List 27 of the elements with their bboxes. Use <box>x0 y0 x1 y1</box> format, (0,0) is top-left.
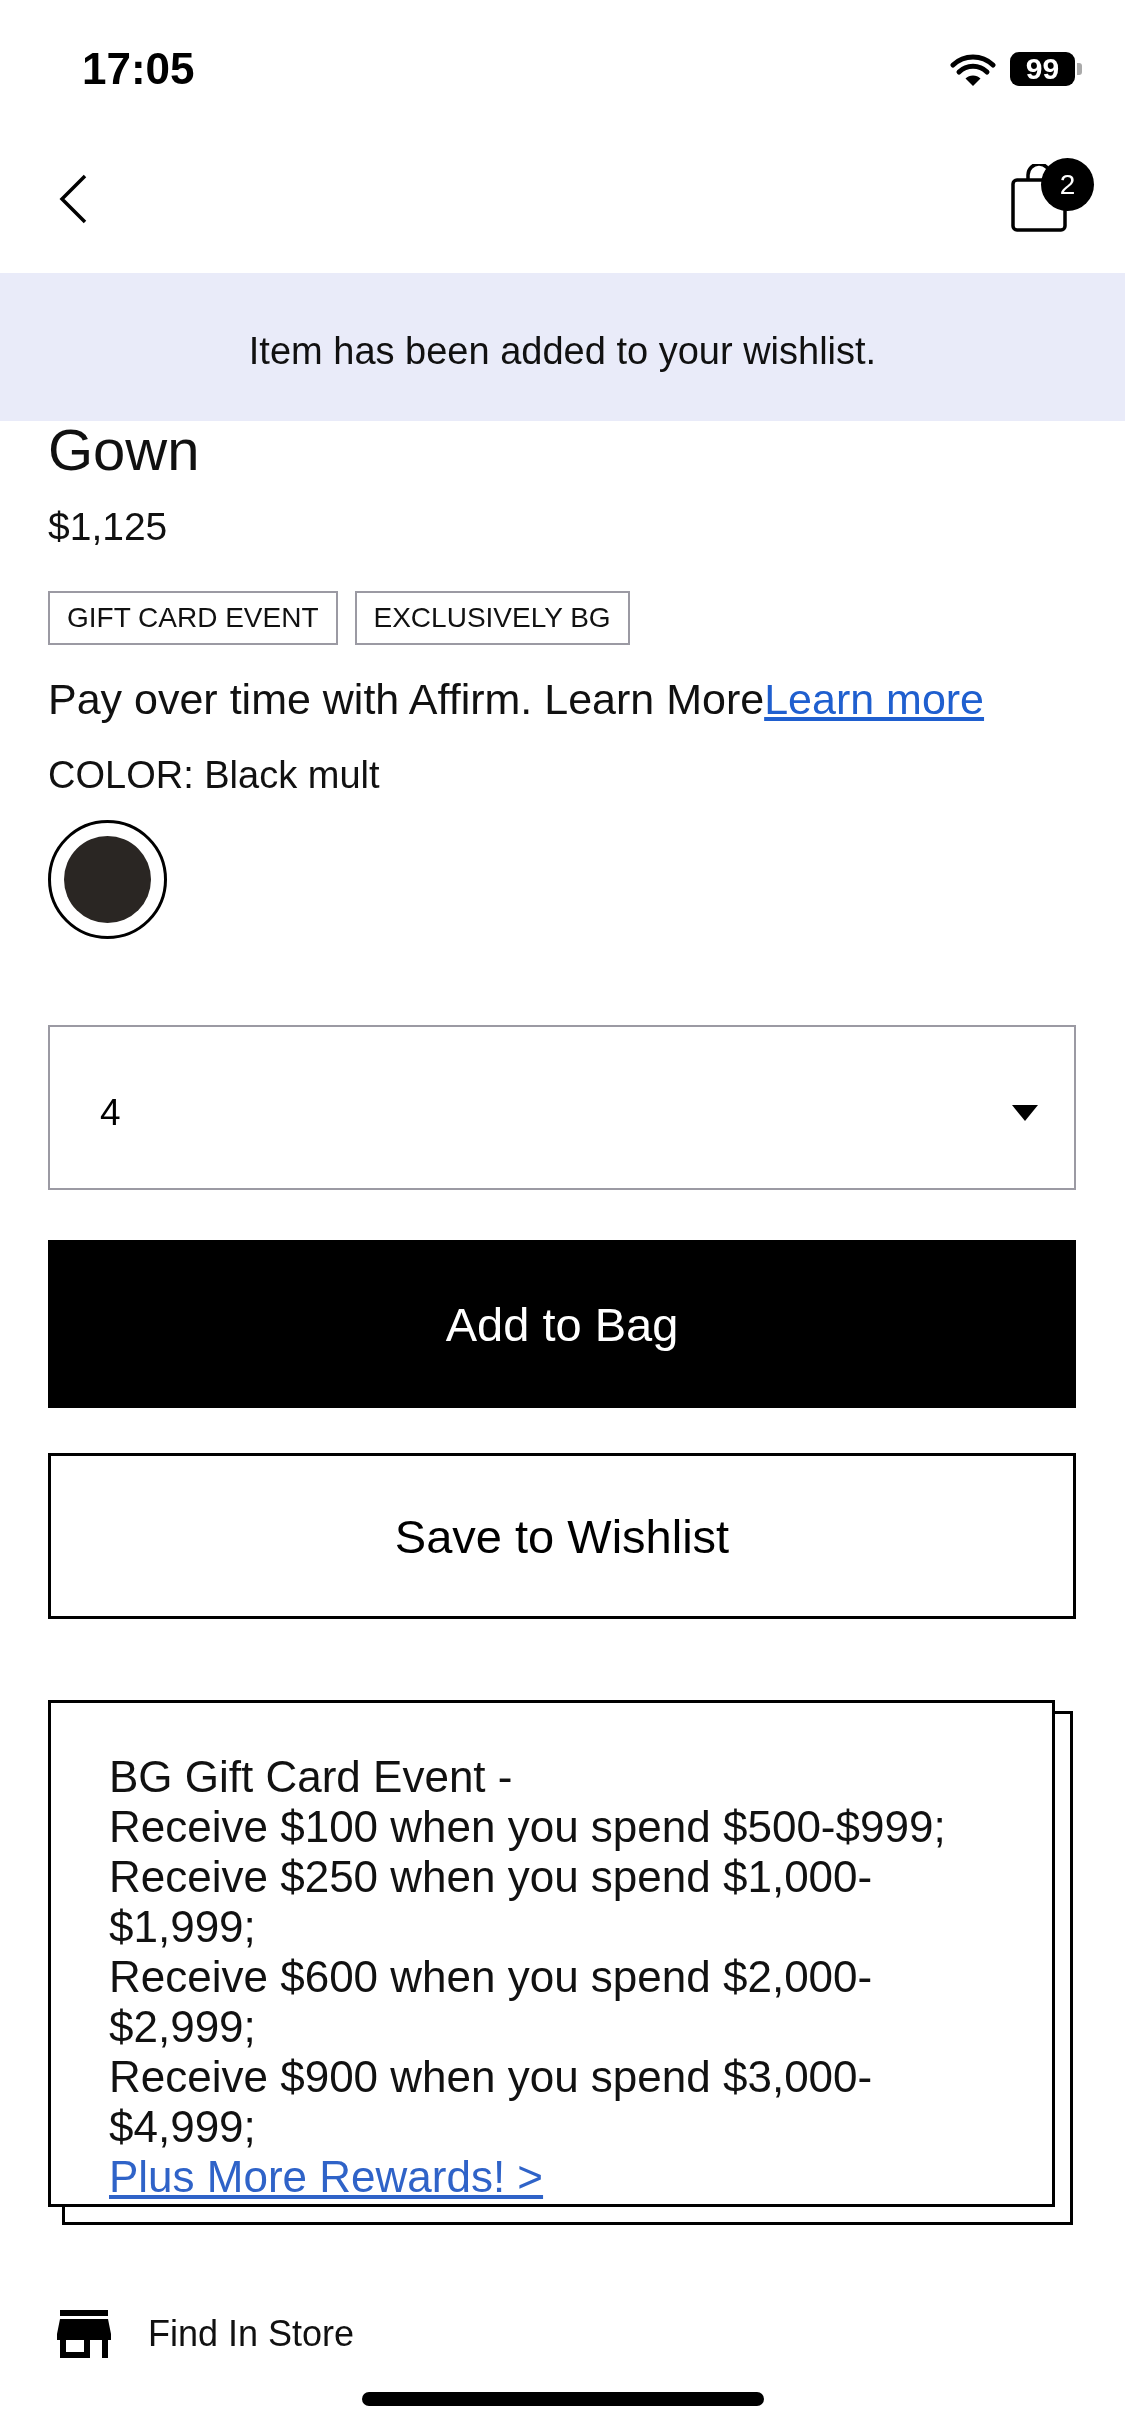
learn-more-link[interactable]: Learn more <box>764 675 985 723</box>
promo-title: BG Gift Card Event - <box>109 1752 514 1802</box>
add-to-bag-button[interactable]: Add to Bag <box>48 1240 1076 1408</box>
status-time: 17:05 <box>82 44 195 94</box>
product-price: $1,125 <box>48 504 168 550</box>
size-select[interactable]: 4 <box>48 1025 1076 1190</box>
wifi-icon <box>950 52 996 86</box>
product-name: Gown <box>48 421 200 479</box>
reward-tier-text: Receive $900 when you spend $3,000-$4,999; <box>109 2052 874 2152</box>
notice-message: Item has been added to your wishlist. <box>248 329 877 373</box>
store-icon <box>57 2310 111 2358</box>
reward-tier-text: Receive $600 when you spend $2,000-$2,999; <box>109 1952 874 2052</box>
caret-icon <box>1012 1104 1038 1121</box>
product-tag: GIFT CARD EVENT <box>48 591 338 645</box>
color-label: COLOR: Black mult <box>48 753 380 797</box>
rewards-link[interactable]: Plus More Rewards! > <box>109 2152 544 2201</box>
cart-count-badge: 2 <box>1041 158 1094 211</box>
back-button[interactable] <box>59 174 87 224</box>
product-tag: EXCLUSIVELY BG <box>354 591 630 645</box>
reward-tier-text: Receive $100 when you spend $500-$999; <box>109 1802 947 1852</box>
back-chevron-icon <box>59 174 87 224</box>
battery-indicator: 99 <box>1010 52 1082 86</box>
find-in-store-link[interactable]: Find In Store <box>57 2310 355 2358</box>
save-to-wishlist-button[interactable]: Save to Wishlist <box>48 1453 1076 1619</box>
reward-tier-text: Receive $250 when you spend $1,000-$1,999; <box>109 1852 874 1952</box>
financing-text: Pay over time with Affirm. Learn MoreLearn more <box>48 674 985 724</box>
cart-button[interactable]: 2 <box>1011 158 1094 232</box>
